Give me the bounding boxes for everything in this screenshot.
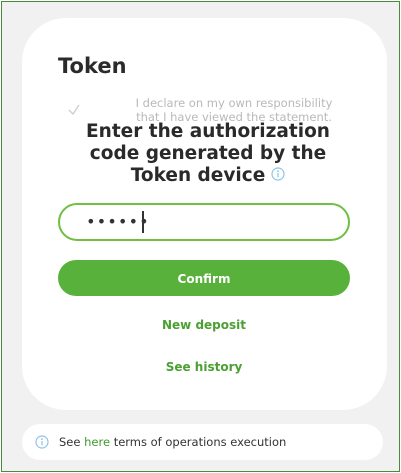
declaration-line: I declare on my own responsibility: [135, 96, 333, 110]
heading-line: code generated by the: [89, 143, 327, 164]
auth-code-heading: Enter the authorization code generated b…: [58, 121, 358, 187]
confirm-button[interactable]: Confirm: [58, 260, 350, 296]
page-title: Token: [58, 54, 127, 78]
terms-prefix: See: [59, 435, 81, 449]
info-icon: [35, 435, 49, 449]
heading-line: Token device: [130, 165, 266, 186]
info-icon[interactable]: [271, 167, 285, 181]
new-deposit-link[interactable]: New deposit: [58, 318, 350, 332]
text-caret: [142, 211, 144, 233]
heading-line-with-icon: Token device: [58, 165, 358, 187]
token-card: Token I declare on my own responsibility…: [22, 18, 387, 410]
terms-suffix: terms of operations execution: [113, 435, 287, 449]
terms-here-link[interactable]: here: [84, 435, 110, 449]
declaration-text: I declare on my own responsibility that …: [89, 96, 379, 124]
see-history-link[interactable]: See history: [58, 360, 350, 374]
terms-text: See here terms of operations execution: [59, 435, 286, 449]
app-frame: Token I declare on my own responsibility…: [1, 1, 400, 472]
terms-bar: See here terms of operations execution: [22, 424, 383, 460]
authorization-code-input[interactable]: ••••••: [58, 203, 350, 241]
check-icon[interactable]: [66, 102, 82, 118]
heading-line: Enter the authorization: [86, 121, 330, 142]
code-value: ••••••: [86, 212, 150, 231]
